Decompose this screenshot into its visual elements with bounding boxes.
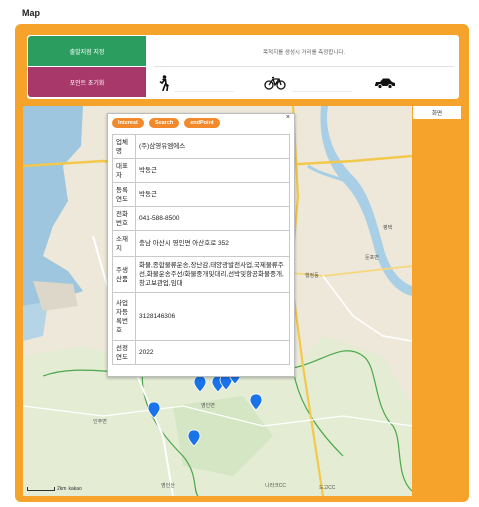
divider: [154, 66, 454, 67]
car-mode[interactable]: [374, 72, 454, 94]
field-name: 전화번호: [112, 206, 136, 231]
side-tab[interactable]: 화면: [413, 106, 461, 119]
table-row: 주생산품 화물,종합물류운송,장난감,태양광발전사업,국제물류주선,화물운송주선/…: [112, 256, 290, 293]
map-label: 평택: [383, 225, 393, 231]
field-value: 2022: [135, 340, 290, 365]
table-row: 업체명 (주)삼영유엠에스: [112, 134, 290, 159]
car-icon: [375, 78, 395, 89]
walk-mode[interactable]: [158, 72, 248, 94]
distance-message: 목적지를 생성시 거리를 측정합니다.: [262, 50, 345, 56]
table-row: 등록연도 박동근: [112, 182, 290, 207]
close-icon[interactable]: ×: [286, 114, 290, 121]
tab-endpoint[interactable]: endPoint: [184, 118, 220, 128]
bike-icon: [264, 76, 286, 90]
kakao-logo: kakao: [68, 486, 82, 492]
bike-mode[interactable]: [264, 72, 364, 94]
field-value: 3128146306: [135, 292, 290, 341]
table-row: 사업자등록번호 3128146306: [112, 292, 290, 341]
table-row: 소재지 충남 아산시 영인면 아산호로 352: [112, 230, 290, 257]
map-label: 둔포면: [365, 255, 379, 261]
table-row: 전화번호 041-588-8500: [112, 206, 290, 231]
map-label: 도고CC: [319, 485, 336, 491]
field-name: 소재지: [112, 230, 136, 257]
map-label: 행정동: [305, 273, 319, 279]
popup-tabs: Interest Search endPoint: [112, 118, 220, 128]
map-label: 영인면: [201, 403, 215, 409]
field-name: 등록연도: [112, 182, 136, 207]
field-value: 충남 아산시 영인면 아산호로 352: [135, 230, 290, 257]
map-label: 인주면: [93, 419, 107, 425]
walk-icon: [159, 75, 169, 91]
field-name: 업체명: [112, 134, 136, 159]
map-label: 영인산: [161, 483, 175, 489]
tab-search[interactable]: Search: [148, 118, 180, 128]
map-label: 나라크CC: [265, 483, 287, 489]
reset-points-button[interactable]: 포인트 초기화: [28, 67, 146, 97]
field-value: 화물,종합물류운송,장난감,태양광발전사업,국제물류주선,화물운송주선/화물중개…: [135, 256, 290, 293]
field-name: 사업자등록번호: [112, 292, 136, 341]
field-value: 박동근: [135, 158, 290, 183]
field-name: 대표자: [112, 158, 136, 183]
company-info-table: 업체명 (주)삼영유엠에스 대표자 박동근 등록연도 박동근 전화번호 041-588-…: [112, 134, 290, 365]
set-start-button[interactable]: 출발지점 지정: [28, 36, 146, 66]
field-value: 박동근: [135, 182, 290, 207]
page-title: Map: [22, 8, 40, 18]
table-row: 선정연도 2022: [112, 340, 290, 365]
table-row: 대표자 박동근: [112, 158, 290, 183]
company-info-popup: × Interest Search endPoint 업체명 (주)삼영유엠에스 …: [107, 113, 295, 377]
distance-panel: 목적지를 생성시 거리를 측정합니다.: [150, 36, 458, 98]
tab-interest[interactable]: Interest: [112, 118, 144, 128]
field-value: (주)삼영유엠에스: [135, 134, 290, 159]
field-value: 041-588-8500: [135, 206, 290, 231]
walk-distance-underline: [174, 91, 234, 92]
bike-distance-underline: [292, 91, 352, 92]
field-name: 주생산품: [112, 256, 136, 293]
field-name: 선정연도: [112, 340, 136, 365]
map-scale: 2km kakao: [27, 486, 82, 492]
